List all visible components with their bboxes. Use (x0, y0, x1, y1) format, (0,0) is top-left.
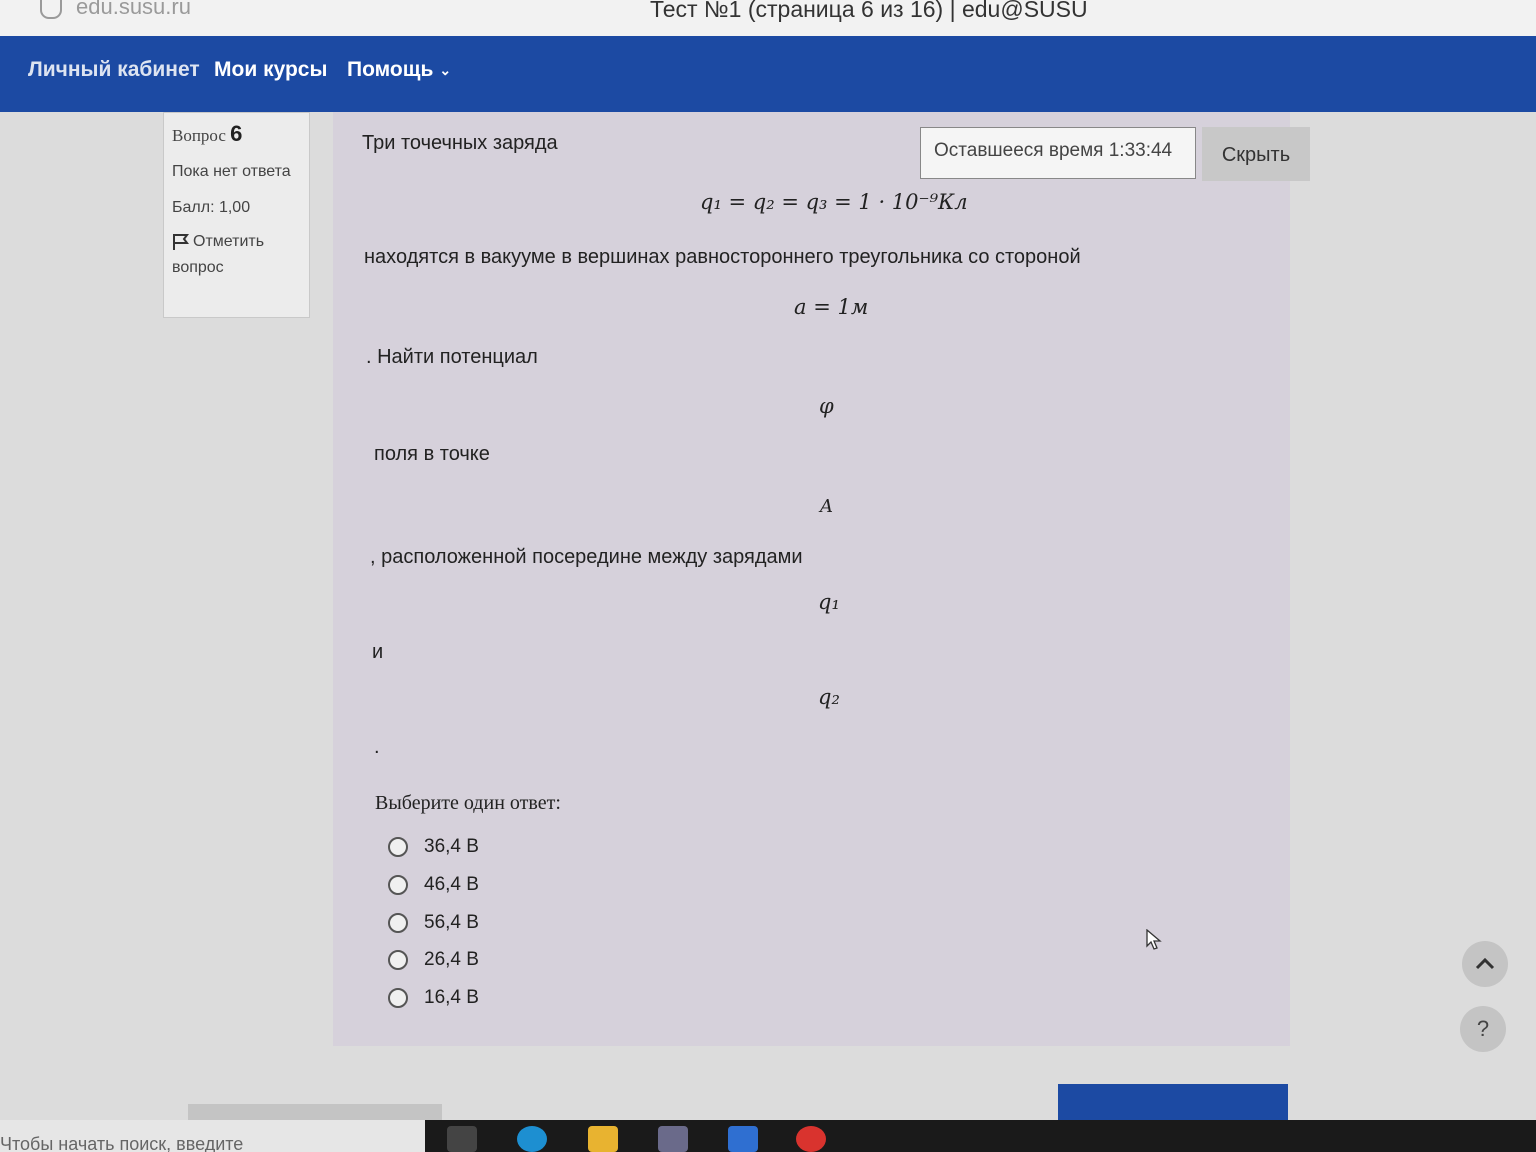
address-bar[interactable]: edu.susu.ru (40, 0, 191, 20)
shield-icon (40, 0, 62, 20)
answer-option-label: 26,4 В (424, 949, 479, 970)
nav-my-courses[interactable]: Мои курсы (214, 58, 327, 82)
question-icon: ? (1476, 1016, 1490, 1041)
radio-icon[interactable] (388, 874, 408, 895)
question-number-value: 6 (230, 121, 243, 146)
question-number: Вопрос 6 (172, 121, 301, 147)
chevron-down-icon: ⌄ (439, 61, 452, 78)
answer-option-label: 46,4 В (424, 874, 479, 895)
answer-option-label: 16,4 В (424, 987, 479, 1008)
question-line-5: , расположенной посередине между зарядам… (370, 546, 803, 568)
taskbar-search[interactable]: Чтобы начать поиск, введите (0, 1120, 425, 1152)
yandex-browser-icon[interactable] (796, 1126, 826, 1152)
answer-option-label: 56,4 В (424, 912, 479, 933)
formula-q1: q₁ (818, 590, 840, 614)
quiz-timer: Оставшееся время 1:33:44 (920, 127, 1196, 179)
question-line-6: и (372, 641, 384, 663)
answer-prompt: Выберите один ответ: (375, 792, 561, 814)
question-label: Вопрос (172, 126, 226, 145)
mail-icon[interactable] (728, 1126, 758, 1152)
question-grade: Балл: 1,00 (172, 199, 251, 216)
help-button[interactable]: ? (1460, 1006, 1506, 1052)
formula-side: a = 1м (794, 295, 869, 319)
next-page-button[interactable] (1058, 1084, 1288, 1120)
radio-icon[interactable] (388, 912, 408, 933)
question-intro: Три точечных заряда (362, 132, 558, 154)
radio-icon[interactable] (388, 987, 408, 1008)
scroll-to-top-button[interactable] (1462, 941, 1508, 987)
page-title: Тест №1 (страница 6 из 16) | edu@SUSU (650, 0, 1088, 22)
question-line-4: поля в точке (374, 443, 490, 465)
hide-timer-button[interactable]: Скрыть (1202, 127, 1310, 181)
answer-option[interactable]: 46,4 В (388, 874, 479, 896)
question-info-panel: Вопрос 6 Пока нет ответа Балл: 1,00 Отме… (163, 112, 310, 318)
formula-charges: q₁ = q₂ = q₃ = 1 · 10⁻⁹Кл (700, 190, 968, 214)
formula-phi: φ (819, 394, 834, 418)
site-navbar: Личный кабинет Мои курсы Помощь ⌄ (0, 36, 1536, 112)
radio-icon[interactable] (388, 949, 408, 970)
flag-icon (173, 233, 189, 250)
formula-q2: q₂ (818, 685, 840, 709)
flag-question-button[interactable]: Отметить вопрос (172, 229, 301, 281)
url-text: edu.susu.ru (76, 0, 191, 19)
os-taskbar: Чтобы начать поиск, введите (0, 1120, 1536, 1152)
question-state: Пока нет ответа (172, 163, 291, 180)
answer-option-label: 36,4 В (424, 836, 479, 857)
question-line-7: . (374, 736, 380, 758)
nav-personal-cabinet[interactable]: Личный кабинет (28, 58, 200, 82)
answer-option[interactable]: 26,4 В (388, 949, 479, 971)
arrow-up-icon (1475, 957, 1495, 970)
answer-option[interactable]: 16,4 В (388, 987, 479, 1009)
store-icon[interactable] (658, 1126, 688, 1152)
mouse-cursor-icon (1146, 929, 1162, 950)
browser-title-bar: edu.susu.ru Тест №1 (страница 6 из 16) |… (0, 0, 1536, 37)
edge-browser-icon[interactable] (517, 1126, 547, 1152)
nav-help-label: Помощь (347, 58, 434, 81)
previous-page-button[interactable] (188, 1104, 442, 1120)
radio-icon[interactable] (388, 836, 408, 857)
question-line-2: находятся в вакууме в вершинах равностор… (364, 246, 1081, 268)
question-line-3: . Найти потенциал (366, 346, 538, 368)
nav-help[interactable]: Помощь ⌄ (347, 58, 451, 82)
file-explorer-icon[interactable] (588, 1126, 618, 1152)
task-view-icon[interactable] (447, 1126, 477, 1152)
taskbar-search-text: Чтобы начать поиск, введите (0, 1134, 244, 1152)
formula-point: A (820, 496, 833, 517)
answer-option[interactable]: 56,4 В (388, 912, 479, 934)
answer-option[interactable]: 36,4 В (388, 836, 479, 858)
